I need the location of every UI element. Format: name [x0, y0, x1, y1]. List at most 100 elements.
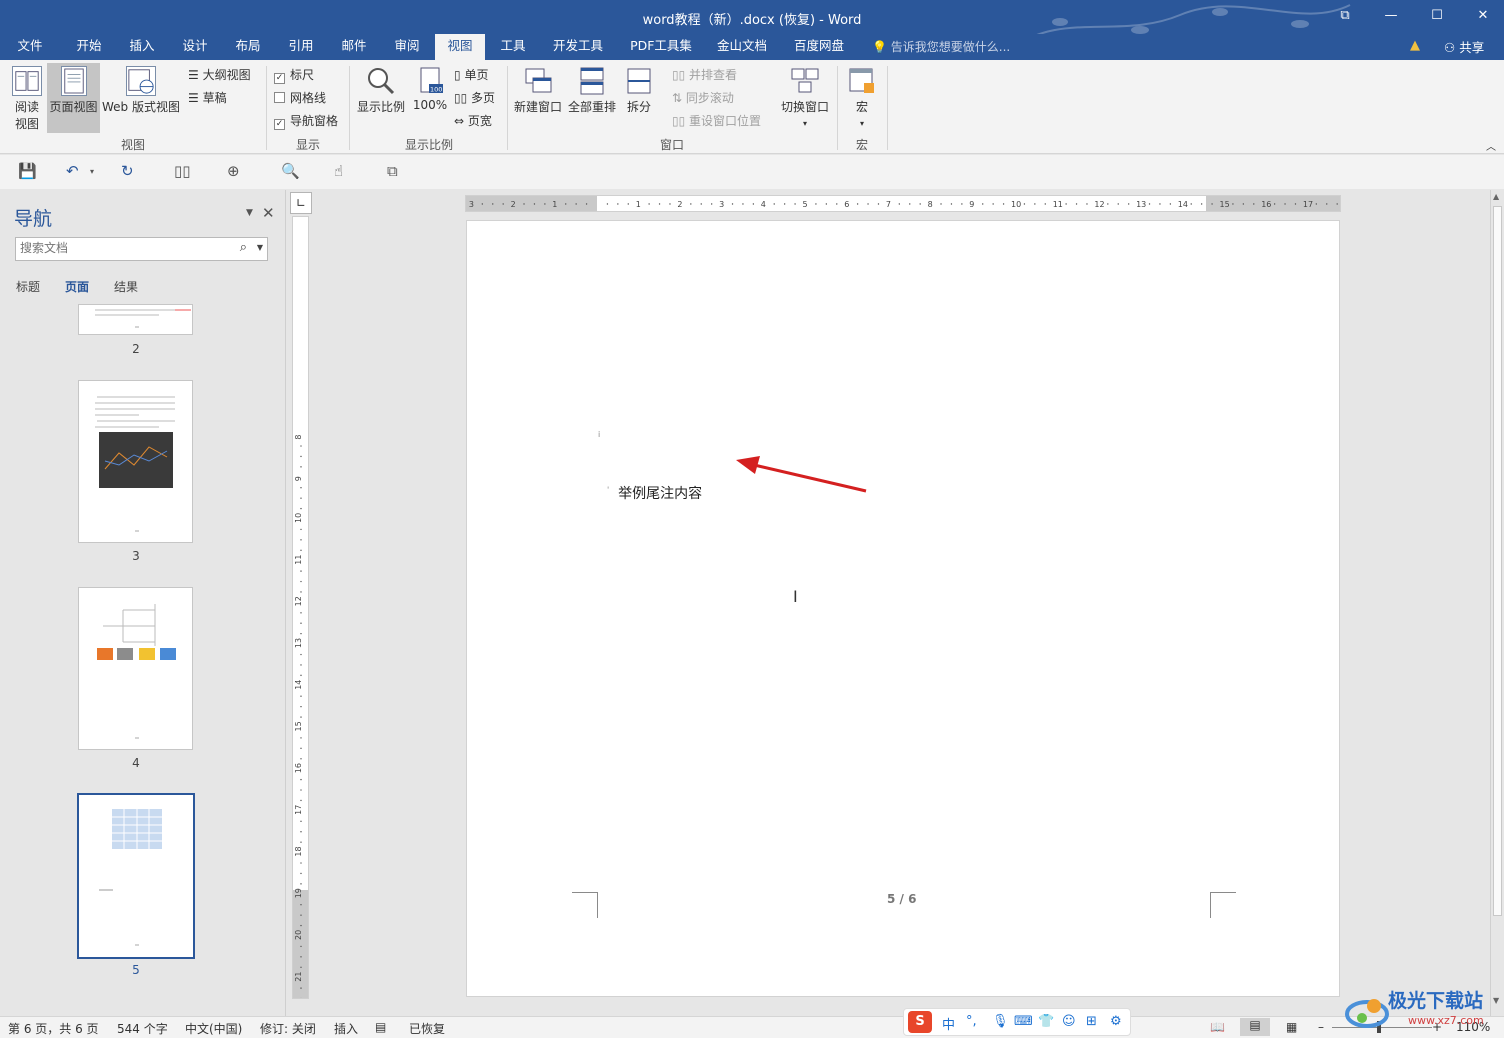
- scroll-up-icon[interactable]: ▲: [1493, 192, 1499, 201]
- tab-tools[interactable]: 工具: [490, 34, 536, 60]
- track-changes-status[interactable]: 修订: 关闭: [260, 1020, 316, 1037]
- multiple-pages-button[interactable]: ▯▯ 多页: [454, 89, 495, 106]
- ruler-tick: [752, 203, 755, 205]
- split-button[interactable]: 拆分: [622, 66, 656, 115]
- minimize-button[interactable]: —: [1368, 0, 1414, 32]
- page-preview: [95, 396, 175, 532]
- search-input[interactable]: [16, 238, 226, 258]
- tab-pages[interactable]: 页面: [65, 278, 89, 295]
- tell-me-box[interactable]: 💡 告诉我您想要做什么...: [872, 38, 1010, 55]
- ime-punctuation-toggle[interactable]: °,: [966, 1014, 977, 1029]
- tab-home[interactable]: 开始: [66, 34, 112, 60]
- robot-icon[interactable]: ☺: [1062, 1014, 1076, 1029]
- search-icon[interactable]: ⌕: [240, 240, 247, 255]
- tab-design[interactable]: 设计: [172, 34, 218, 60]
- endnote-text[interactable]: ' 举例尾注内容: [607, 483, 702, 503]
- ruler-tick: [1159, 203, 1161, 205]
- read-mode-view-icon[interactable]: 📖: [1210, 1020, 1225, 1034]
- read-mode-button[interactable]: 阅读 视图: [8, 66, 46, 132]
- redo-icon[interactable]: ↻: [121, 162, 134, 180]
- share-button[interactable]: ⚇ 共享: [1444, 37, 1484, 56]
- arrange-all-button[interactable]: 全部重排: [566, 66, 618, 115]
- vertical-scrollbar[interactable]: ▲ ▼: [1490, 190, 1504, 1016]
- page-thumbnail[interactable]: [78, 304, 193, 335]
- zoom-out-icon[interactable]: –: [1318, 1020, 1324, 1034]
- sogou-logo-icon[interactable]: S: [908, 1011, 932, 1033]
- outline-view-button[interactable]: ☰ 大纲视图: [188, 66, 251, 83]
- page-thumbnail[interactable]: [78, 587, 193, 750]
- touch-mode-icon[interactable]: ☝: [334, 162, 343, 180]
- restore-ribbon-button[interactable]: ⧉: [1322, 0, 1368, 32]
- skin-icon[interactable]: 👕: [1038, 1014, 1054, 1029]
- web-layout-view-icon[interactable]: ▦: [1286, 1020, 1297, 1034]
- vertical-ruler[interactable]: 8 9 10 11 12 13 14 15 16 17 18 19 20 21: [292, 216, 309, 999]
- tab-selector[interactable]: ∟: [290, 192, 312, 214]
- zoom-100-button[interactable]: 100 100%: [410, 66, 450, 112]
- tab-file[interactable]: 文件: [8, 34, 52, 60]
- tab-headings[interactable]: 标题: [16, 278, 40, 295]
- tab-results[interactable]: 结果: [114, 278, 138, 295]
- undo-icon[interactable]: ↶: [66, 162, 79, 180]
- warning-icon[interactable]: ▲: [1410, 38, 1420, 53]
- tab-baidu-netdisk[interactable]: 百度网盘: [786, 34, 852, 60]
- page-width-button[interactable]: ⇔ 页宽: [454, 112, 492, 129]
- ime-language-toggle[interactable]: 中: [942, 1014, 955, 1033]
- web-layout-button[interactable]: Web 版式视图: [101, 66, 181, 115]
- toolbox-icon[interactable]: ⊞: [1086, 1014, 1097, 1029]
- tab-review[interactable]: 审阅: [384, 34, 430, 60]
- ruler-tick: [919, 203, 921, 205]
- maximize-button[interactable]: ☐: [1414, 0, 1460, 32]
- new-window-button[interactable]: 新建窗口: [512, 66, 564, 115]
- settings-icon[interactable]: ⚙: [1110, 1014, 1122, 1029]
- one-page-button[interactable]: ▯ 单页: [454, 66, 488, 83]
- tab-developer[interactable]: 开发工具: [543, 34, 613, 60]
- ruler-tick: [1242, 203, 1245, 205]
- language-status[interactable]: 中文(中国): [185, 1020, 242, 1037]
- tab-pdf-tools[interactable]: PDF工具集: [624, 34, 698, 60]
- view-side-by-side-button[interactable]: ▯▯ 并排查看: [672, 66, 737, 83]
- switch-windows-button[interactable]: 切换窗口 ▾: [778, 66, 832, 129]
- keyboard-icon[interactable]: ⌨: [1014, 1014, 1033, 1029]
- tab-insert[interactable]: 插入: [119, 34, 165, 60]
- close-icon[interactable]: ✕: [262, 204, 275, 222]
- tab-view[interactable]: 视图: [435, 34, 485, 60]
- gridlines-checkbox[interactable]: 网格线: [274, 89, 326, 106]
- print-preview-icon[interactable]: 🔍: [281, 162, 300, 180]
- search-box[interactable]: ⌕ ▼: [15, 237, 268, 261]
- print-layout-view-icon[interactable]: ▤: [1240, 1018, 1270, 1036]
- macro-record-icon[interactable]: ▤: [375, 1020, 386, 1034]
- ruler-tick: [669, 203, 671, 205]
- chevron-down-icon[interactable]: ▼: [257, 243, 263, 252]
- ruler-checkbox[interactable]: ✓ 标尺: [274, 66, 314, 84]
- microphone-icon[interactable]: 🎙: [992, 1014, 1009, 1029]
- page-thumbnail-selected[interactable]: [77, 793, 195, 959]
- horizontal-ruler[interactable]: 3 2 1 1 2 3 4 5 6 7 8 9 10 11 12 13 14 15 16 17: [465, 195, 1341, 212]
- draft-view-button[interactable]: ☰ 草稿: [188, 89, 227, 106]
- undo-dropdown-icon[interactable]: ▾: [90, 167, 94, 176]
- macros-button[interactable]: 宏 ▾: [843, 66, 881, 129]
- tab-mailings[interactable]: 邮件: [331, 34, 377, 60]
- save-icon[interactable]: 💾: [18, 162, 37, 180]
- web-icon[interactable]: ⊕: [227, 162, 240, 180]
- document-page[interactable]: i ' 举例尾注内容 I 5 / 6: [466, 220, 1340, 997]
- print-layout-button[interactable]: 页面视图: [47, 63, 100, 133]
- navigation-pane-checkbox[interactable]: ✓ 导航窗格: [274, 112, 338, 130]
- reset-window-position-button[interactable]: ▯▯ 重设窗口位置: [672, 112, 761, 129]
- scrollbar-thumb[interactable]: [1493, 206, 1502, 916]
- zoom-button[interactable]: 显示比例: [355, 66, 407, 115]
- ruler-tick: [1315, 203, 1318, 205]
- page-thumbnail[interactable]: [78, 380, 193, 543]
- tab-references[interactable]: 引用: [278, 34, 324, 60]
- read-mode-icon[interactable]: ▯▯: [174, 162, 191, 180]
- ruler-tick: [1107, 203, 1109, 205]
- chevron-down-icon[interactable]: ▼: [246, 208, 253, 218]
- word-count-status[interactable]: 544 个字: [117, 1020, 168, 1037]
- page-count-status[interactable]: 第 6 页，共 6 页: [8, 1020, 99, 1037]
- collapse-ribbon-icon[interactable]: ︿: [1486, 138, 1496, 153]
- tab-kingsoft-docs[interactable]: 金山文档: [708, 34, 776, 60]
- customize-icon[interactable]: ⧉: [387, 162, 398, 180]
- tab-layout[interactable]: 布局: [225, 34, 271, 60]
- insert-mode-status[interactable]: 插入: [334, 1020, 358, 1037]
- synchronous-scrolling-button[interactable]: ⇅ 同步滚动: [672, 89, 734, 106]
- close-button[interactable]: ✕: [1460, 0, 1504, 32]
